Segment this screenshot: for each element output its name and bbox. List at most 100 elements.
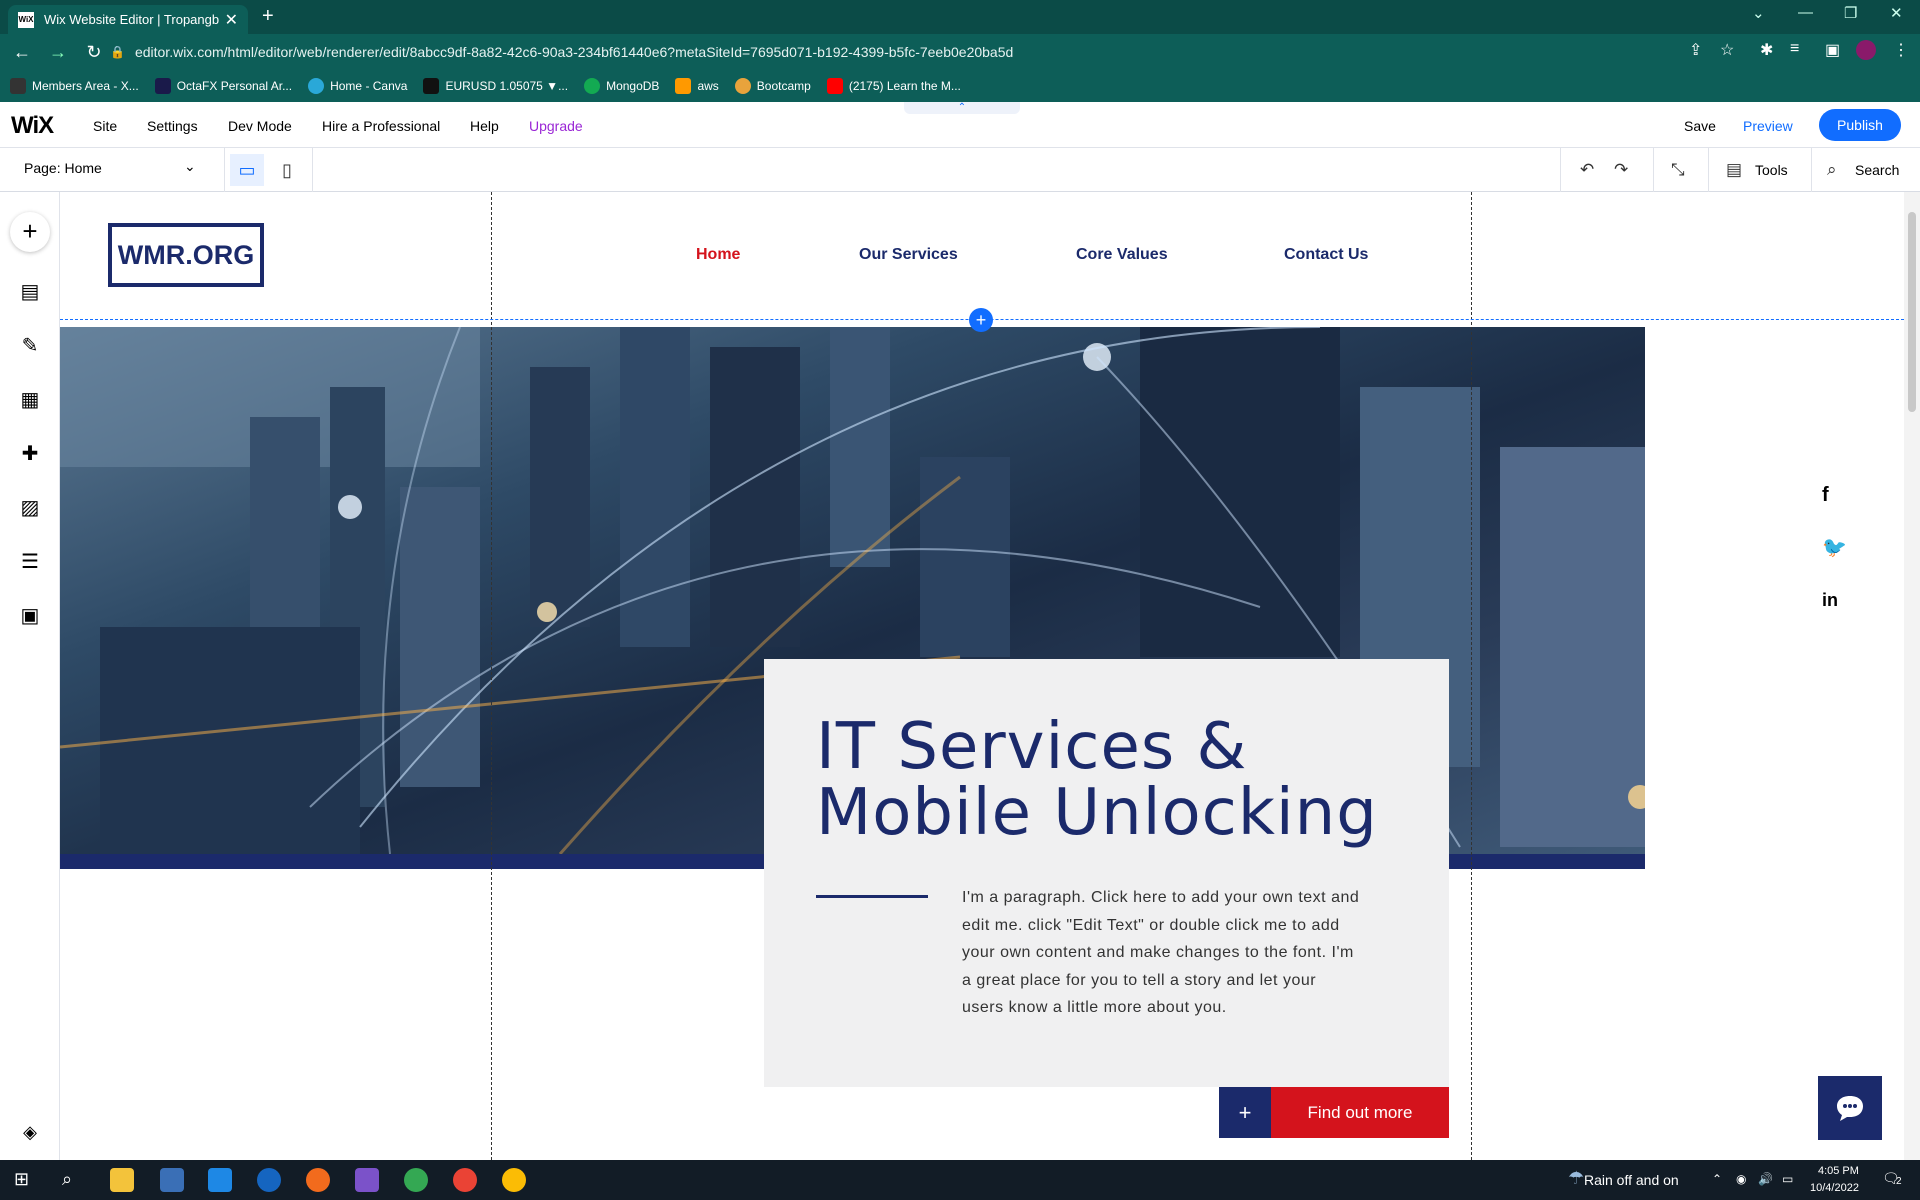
hero-paragraph[interactable]: I'm a paragraph. Click here to add your … <box>962 884 1362 1022</box>
left-panel-toolbar: + ▤ ✎ ▦ ✚ ▨ ☰ ▣ ◈ <box>0 192 60 1160</box>
weather-text[interactable]: Rain off and on <box>1584 1172 1679 1188</box>
reload-icon[interactable]: ↻ <box>76 42 112 63</box>
tray-chevron-icon[interactable]: ⌃ <box>1712 1172 1722 1186</box>
cms-icon[interactable]: ☰ <box>18 550 42 574</box>
profile-avatar[interactable] <box>1856 40 1876 60</box>
tools-button[interactable]: Tools <box>1755 162 1788 178</box>
minimize-icon[interactable]: — <box>1798 4 1813 21</box>
find-out-more-button[interactable]: Find out more <box>1271 1087 1449 1138</box>
menu-help[interactable]: Help <box>470 118 499 134</box>
portfolio-icon[interactable]: ▣ <box>18 604 42 628</box>
system-clock[interactable]: 4:05 PM 10/4/2022 <box>1810 1163 1859 1197</box>
zoom-out-icon[interactable]: ⤡ <box>1671 160 1685 180</box>
browser-tab[interactable]: WiX Wix Website Editor | Tropangbug ✕ <box>8 5 248 34</box>
cta-plus-icon[interactable]: + <box>1219 1087 1271 1138</box>
site-nav-contact[interactable]: Contact Us <box>1284 246 1368 264</box>
chevron-down-icon[interactable]: ⌄ <box>184 158 196 175</box>
close-tab-icon[interactable]: ✕ <box>225 10 238 30</box>
bookmark-item[interactable]: EURUSD 1.05075 ▼... <box>423 78 568 94</box>
linkedin-icon[interactable]: in <box>1822 590 1838 611</box>
bookmark-star-icon[interactable]: ☆ <box>1720 40 1734 60</box>
windows-start-icon[interactable]: ⊞ <box>14 1169 29 1190</box>
bookmark-label: aws <box>697 79 719 93</box>
bookmark-item[interactable]: aws <box>675 78 719 94</box>
search-icon[interactable]: ⌕ <box>62 1169 72 1190</box>
apps-icon[interactable]: ▦ <box>18 388 42 412</box>
bookmark-item[interactable]: OctaFX Personal Ar... <box>154 78 293 94</box>
hero-text-panel[interactable]: IT Services & Mobile Unlocking I'm a par… <box>764 659 1449 1087</box>
divider <box>1653 148 1654 192</box>
chat-widget-button[interactable] <box>1818 1076 1882 1140</box>
scrollbar-thumb[interactable] <box>1908 212 1916 412</box>
add-section-icon[interactable]: + <box>969 308 993 332</box>
mobile-view-icon[interactable]: ▯ <box>270 154 304 186</box>
file-explorer-icon[interactable] <box>110 1168 134 1192</box>
menu-settings[interactable]: Settings <box>147 118 198 134</box>
save-button[interactable]: Save <box>1684 118 1716 134</box>
search-button[interactable]: Search <box>1855 162 1899 178</box>
site-nav-values[interactable]: Core Values <box>1076 246 1168 264</box>
twitter-icon[interactable]: 🐦 <box>1822 535 1847 560</box>
facebook-icon[interactable]: f <box>1822 484 1829 507</box>
app-icon[interactable] <box>355 1168 379 1192</box>
preview-button[interactable]: Preview <box>1743 118 1793 134</box>
bookmark-label: (2175) Learn the M... <box>848 79 961 93</box>
new-tab-icon[interactable]: + <box>262 5 274 28</box>
forward-icon[interactable]: → <box>40 42 76 63</box>
undo-icon[interactable]: ↶ <box>1580 160 1594 180</box>
back-icon[interactable]: ← <box>4 42 40 63</box>
media-icon[interactable]: ≡ <box>1790 40 1799 58</box>
restore-icon[interactable]: ❐ <box>1844 4 1857 22</box>
search-icon[interactable]: ⌕ <box>1827 160 1837 180</box>
wix-favicon-icon: WiX <box>18 11 34 28</box>
bookmark-item[interactable]: Home - Canva <box>308 78 407 94</box>
site-nav-home[interactable]: Home <box>696 246 740 264</box>
add-elements-icon[interactable]: + <box>10 212 50 252</box>
hero-title[interactable]: IT Services & Mobile Unlocking <box>816 714 1378 846</box>
site-logo[interactable]: WMR.ORG <box>108 223 264 287</box>
collapse-top-bar-icon[interactable]: ⌃ <box>904 102 1020 114</box>
bookmark-item[interactable]: Members Area - X... <box>10 78 139 94</box>
extensions-icon[interactable]: ✱ <box>1760 40 1773 60</box>
business-tools-icon[interactable]: ✚ <box>18 442 42 466</box>
bookmark-item[interactable]: MongoDB <box>584 78 659 94</box>
page-selector[interactable]: Page: Home <box>24 160 102 176</box>
desktop-view-icon[interactable]: ▭ <box>230 154 264 186</box>
maps-icon[interactable] <box>257 1168 281 1192</box>
network-icon[interactable]: ◉ <box>1736 1172 1746 1186</box>
tools-icon[interactable]: ▤ <box>1726 160 1742 180</box>
bookmark-item[interactable]: Bootcamp <box>734 78 811 94</box>
menu-dev-mode[interactable]: Dev Mode <box>228 118 292 134</box>
share-icon[interactable]: ⇪ <box>1689 40 1702 60</box>
display-icon[interactable]: ▭ <box>1782 1172 1793 1186</box>
chrome-menu-icon[interactable]: ⋮ <box>1893 40 1909 60</box>
layers-icon[interactable]: ◈ <box>18 1120 42 1144</box>
page-label: Page: <box>24 160 61 176</box>
canvas-scrollbar[interactable] <box>1904 192 1920 1160</box>
bookmark-label: Members Area - X... <box>32 79 139 93</box>
publish-button[interactable]: Publish <box>1819 109 1901 141</box>
postman-icon[interactable] <box>306 1168 330 1192</box>
volume-icon[interactable]: 🔊 <box>1758 1172 1773 1186</box>
pages-icon[interactable]: ▤ <box>18 280 42 304</box>
media-icon[interactable]: ▨ <box>18 496 42 520</box>
design-icon[interactable]: ✎ <box>18 334 42 358</box>
menu-upgrade[interactable]: Upgrade <box>529 118 583 134</box>
redo-icon[interactable]: ↷ <box>1614 160 1628 180</box>
menu-site[interactable]: Site <box>93 118 117 134</box>
close-window-icon[interactable]: ✕ <box>1890 4 1903 22</box>
menu-hire-professional[interactable]: Hire a Professional <box>322 118 440 134</box>
app-icon[interactable] <box>160 1168 184 1192</box>
vscode-icon[interactable] <box>208 1168 232 1192</box>
chrome-icon[interactable] <box>502 1168 526 1192</box>
bookmark-label: Bootcamp <box>756 79 811 93</box>
divider <box>1811 148 1812 192</box>
bookmark-item[interactable]: (2175) Learn the M... <box>826 78 961 94</box>
sidepanel-icon[interactable]: ▣ <box>1825 40 1840 60</box>
site-nav-services[interactable]: Our Services <box>859 246 958 264</box>
tab-search-icon[interactable]: ⌄ <box>1752 4 1765 22</box>
url-bar[interactable]: 🔒 editor.wix.com/html/editor/web/rendere… <box>110 38 1760 66</box>
chrome-icon[interactable] <box>453 1168 477 1192</box>
bookmark-label: OctaFX Personal Ar... <box>176 79 293 93</box>
chrome-icon[interactable] <box>404 1168 428 1192</box>
